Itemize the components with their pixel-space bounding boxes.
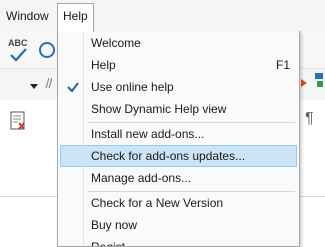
- menu-item-label: Show Dynamic Help view: [91, 102, 227, 116]
- menu-item-buy-now[interactable]: Buy now: [60, 214, 297, 236]
- menu-window[interactable]: Window: [1, 4, 54, 28]
- menu-item-use-online-help[interactable]: Use online help: [60, 76, 297, 98]
- menu-item-label: Install new add-ons...: [91, 127, 205, 141]
- menu-item-welcome[interactable]: Welcome: [60, 32, 297, 54]
- menu-item-help[interactable]: Help F1: [60, 54, 297, 76]
- ruler-line: [0, 196, 60, 197]
- menu-item-register[interactable]: Regist: [60, 236, 297, 247]
- help-menu-dropdown: Welcome Help F1 Use online help Show Dyn…: [57, 31, 300, 247]
- menu-item-show-dynamic-help[interactable]: Show Dynamic Help view: [60, 98, 297, 120]
- menu-item-manage-addons[interactable]: Manage add-ons...: [60, 167, 297, 189]
- menu-item-label: Manage add-ons...: [91, 171, 192, 185]
- menu-item-install-addons[interactable]: Install new add-ons...: [60, 123, 297, 145]
- menu-item-label: Buy now: [91, 218, 138, 232]
- menu-bar: Window Help: [0, 0, 325, 32]
- menu-item-shortcut: F1: [275, 58, 290, 72]
- shapes-icon[interactable]: [299, 71, 325, 97]
- pilcrow-icon[interactable]: ¶: [305, 110, 314, 128]
- menu-item-label: Welcome: [91, 36, 141, 50]
- menu-item-check-addon-updates[interactable]: Check for add-ons updates...: [60, 145, 297, 167]
- search-icon[interactable]: [36, 40, 58, 62]
- dropdown-arrow-icon[interactable]: [29, 79, 39, 89]
- checkmark-icon: [66, 76, 80, 98]
- spellcheck-icon[interactable]: ABC: [8, 38, 32, 64]
- menu-item-check-new-version[interactable]: Check for a New Version: [60, 192, 297, 214]
- menu-item-label: Help: [91, 58, 116, 72]
- document-check-icon[interactable]: [8, 110, 30, 132]
- menu-item-label: Check for a New Version: [91, 196, 224, 210]
- menu-item-label: Regist: [91, 240, 126, 247]
- menu-help[interactable]: Help: [57, 3, 94, 32]
- ruler-line: [296, 196, 325, 197]
- menu-item-label: Use online help: [91, 80, 174, 94]
- toolbar-grip-icon: [44, 77, 53, 89]
- menu-item-label: Check for add-ons updates...: [91, 149, 246, 163]
